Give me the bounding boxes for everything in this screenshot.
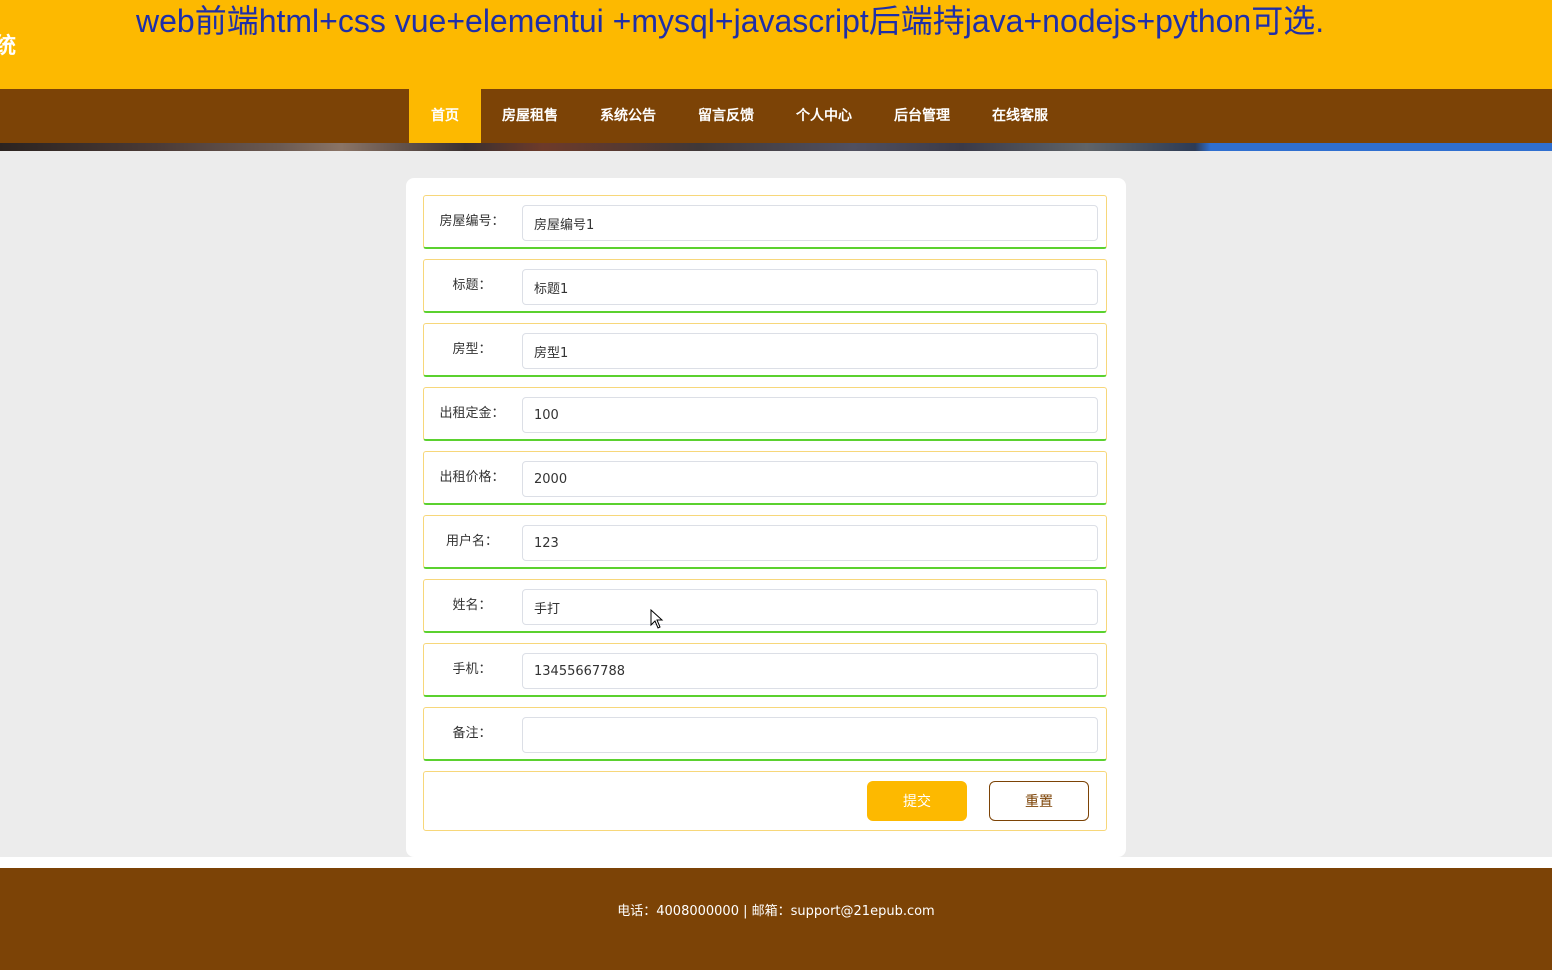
form-row-username: 用户名：: [423, 515, 1107, 569]
form-row-house-number: 房屋编号：: [423, 195, 1107, 249]
form-row-remarks: 备注：: [423, 707, 1107, 761]
form-row-house-type: 房型：: [423, 323, 1107, 377]
nav-item-admin[interactable]: 后台管理: [873, 89, 971, 143]
form-row-rent-price: 出租价格：: [423, 451, 1107, 505]
form-row-deposit: 出租定金：: [423, 387, 1107, 441]
name-input[interactable]: [522, 589, 1098, 625]
form-row-phone: 手机：: [423, 643, 1107, 697]
site-header: 统 web前端html+css vue+elementui +mysql+jav…: [0, 0, 1552, 89]
username-label: 用户名：: [445, 534, 498, 549]
nav-item-online-service[interactable]: 在线客服: [971, 89, 1069, 143]
house-number-label: 房屋编号：: [439, 214, 505, 229]
booking-form-card: 房屋编号： 标题： 房型： 出租定金： 出租价格： 用户名： 姓名： 手机： 备…: [406, 178, 1126, 857]
username-input[interactable]: [522, 525, 1098, 561]
nav-item-house-rental[interactable]: 房屋租售: [481, 89, 579, 143]
banner-image-strip: [0, 143, 1552, 151]
house-number-input[interactable]: [522, 205, 1098, 241]
remarks-input[interactable]: [522, 717, 1098, 753]
site-title-fragment: 统: [0, 34, 17, 59]
reset-button[interactable]: 重置: [989, 781, 1089, 821]
deposit-label: 出租定金：: [439, 406, 505, 421]
site-footer: 电话：4008000000 | 邮箱：support@21epub.com: [0, 868, 1552, 970]
footer-contact-text: 电话：4008000000 | 邮箱：support@21epub.com: [617, 904, 935, 919]
phone-input[interactable]: [522, 653, 1098, 689]
title-input[interactable]: [522, 269, 1098, 305]
footer-divider: [0, 857, 1552, 868]
submit-button[interactable]: 提交: [867, 781, 967, 821]
form-row-title: 标题：: [423, 259, 1107, 313]
rent-price-label: 出租价格：: [439, 470, 505, 485]
remarks-label: 备注：: [452, 726, 492, 741]
nav-item-feedback[interactable]: 留言反馈: [677, 89, 775, 143]
rent-price-input[interactable]: [522, 461, 1098, 497]
marquee-banner-text: web前端html+css vue+elementui +mysql+javas…: [136, 3, 1325, 39]
nav-item-personal-center[interactable]: 个人中心: [775, 89, 873, 143]
nav-item-announcements[interactable]: 系统公告: [579, 89, 677, 143]
title-label: 标题：: [452, 278, 492, 293]
mouse-cursor-icon: [650, 609, 664, 629]
deposit-input[interactable]: [522, 397, 1098, 433]
nav-item-home[interactable]: 首页: [409, 89, 481, 143]
form-row-name: 姓名：: [423, 579, 1107, 633]
main-navbar: 首页 房屋租售 系统公告 留言反馈 个人中心 后台管理 在线客服: [0, 89, 1552, 143]
house-type-label: 房型：: [452, 342, 492, 357]
phone-label: 手机：: [452, 662, 492, 677]
name-label: 姓名：: [452, 598, 492, 613]
house-type-input[interactable]: [522, 333, 1098, 369]
form-actions: 提交 重置: [423, 771, 1107, 831]
